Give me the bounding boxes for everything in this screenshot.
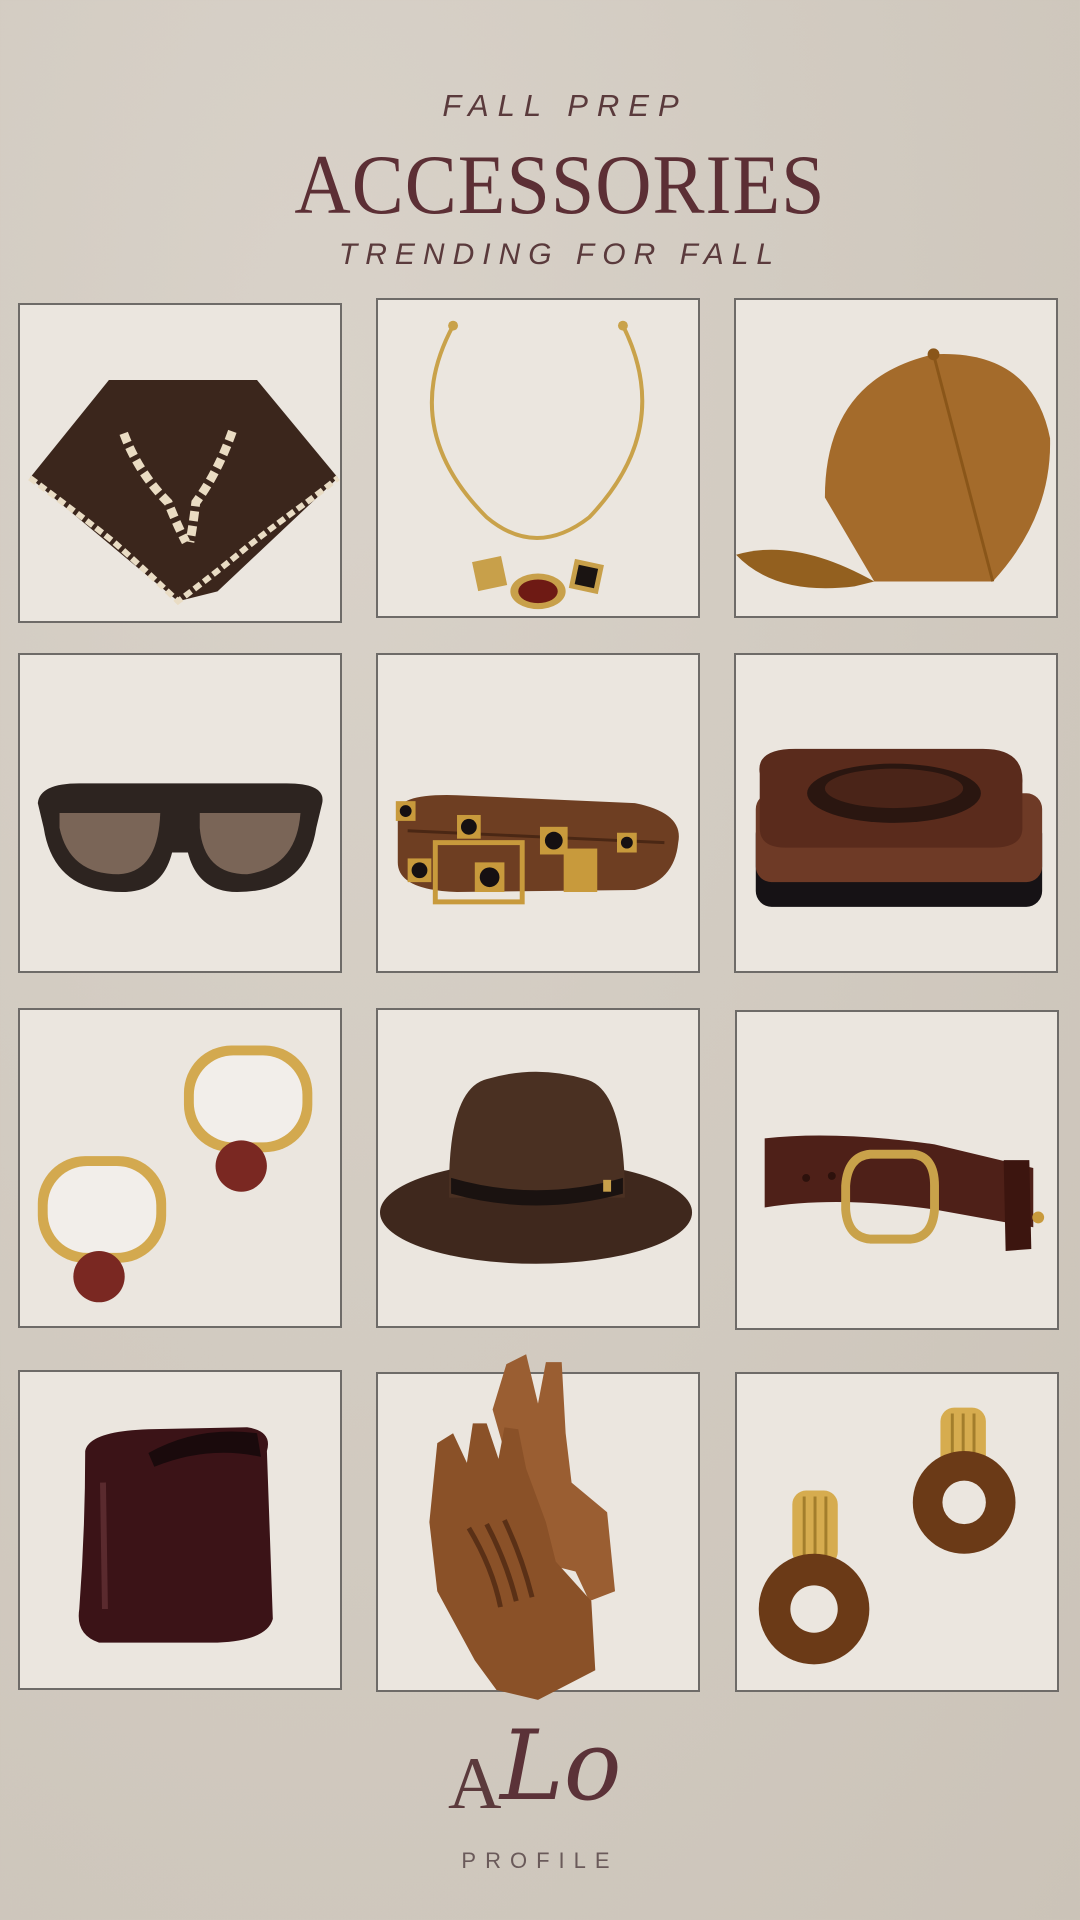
product-tile-cuff[interactable]	[18, 1370, 342, 1690]
kicker: FALL PREP	[442, 88, 688, 123]
product-tile-sunglasses[interactable]	[18, 653, 342, 973]
product-tile-cap[interactable]	[734, 298, 1058, 618]
logo-profile-text: PROFILE	[461, 1848, 619, 1873]
pearl-earrings-icon	[37, 1045, 313, 1303]
header: FALL PREP ACCESSORIES TRENDING FOR FALL	[0, 0, 1080, 290]
cuff-icon	[78, 1427, 273, 1643]
cap-icon	[736, 348, 1051, 589]
bangle-icon	[755, 748, 1043, 907]
fedora-icon	[380, 1071, 693, 1264]
page-title: ACCESSORIES	[294, 137, 826, 232]
page-subtitle: TRENDING FOR FALL	[338, 238, 782, 271]
product-tile-necklace[interactable]	[376, 298, 700, 618]
hoop-earrings-icon	[758, 1407, 1016, 1665]
sunglasses-icon	[37, 783, 323, 892]
product-tile-studded-belt[interactable]	[376, 653, 700, 973]
product-tile-fedora[interactable]	[376, 1008, 700, 1328]
leather-belt-icon	[764, 1135, 1045, 1251]
product-tile-hoop-earrings[interactable]	[735, 1372, 1059, 1692]
product-tile-pearl-earrings[interactable]	[18, 1008, 342, 1328]
product-tile-bangle[interactable]	[734, 653, 1058, 973]
product-tile-gloves[interactable]	[376, 1354, 700, 1700]
product-tile-scarf[interactable]	[18, 303, 342, 623]
logo-letter-a: A	[448, 1743, 502, 1825]
studded-belt-icon	[395, 795, 679, 905]
scarf-icon	[28, 380, 340, 606]
product-tile-leather-belt[interactable]	[735, 1010, 1059, 1330]
gloves-icon	[429, 1354, 616, 1700]
necklace-icon	[429, 320, 645, 610]
logo-script-lo: Lo	[500, 1710, 622, 1822]
